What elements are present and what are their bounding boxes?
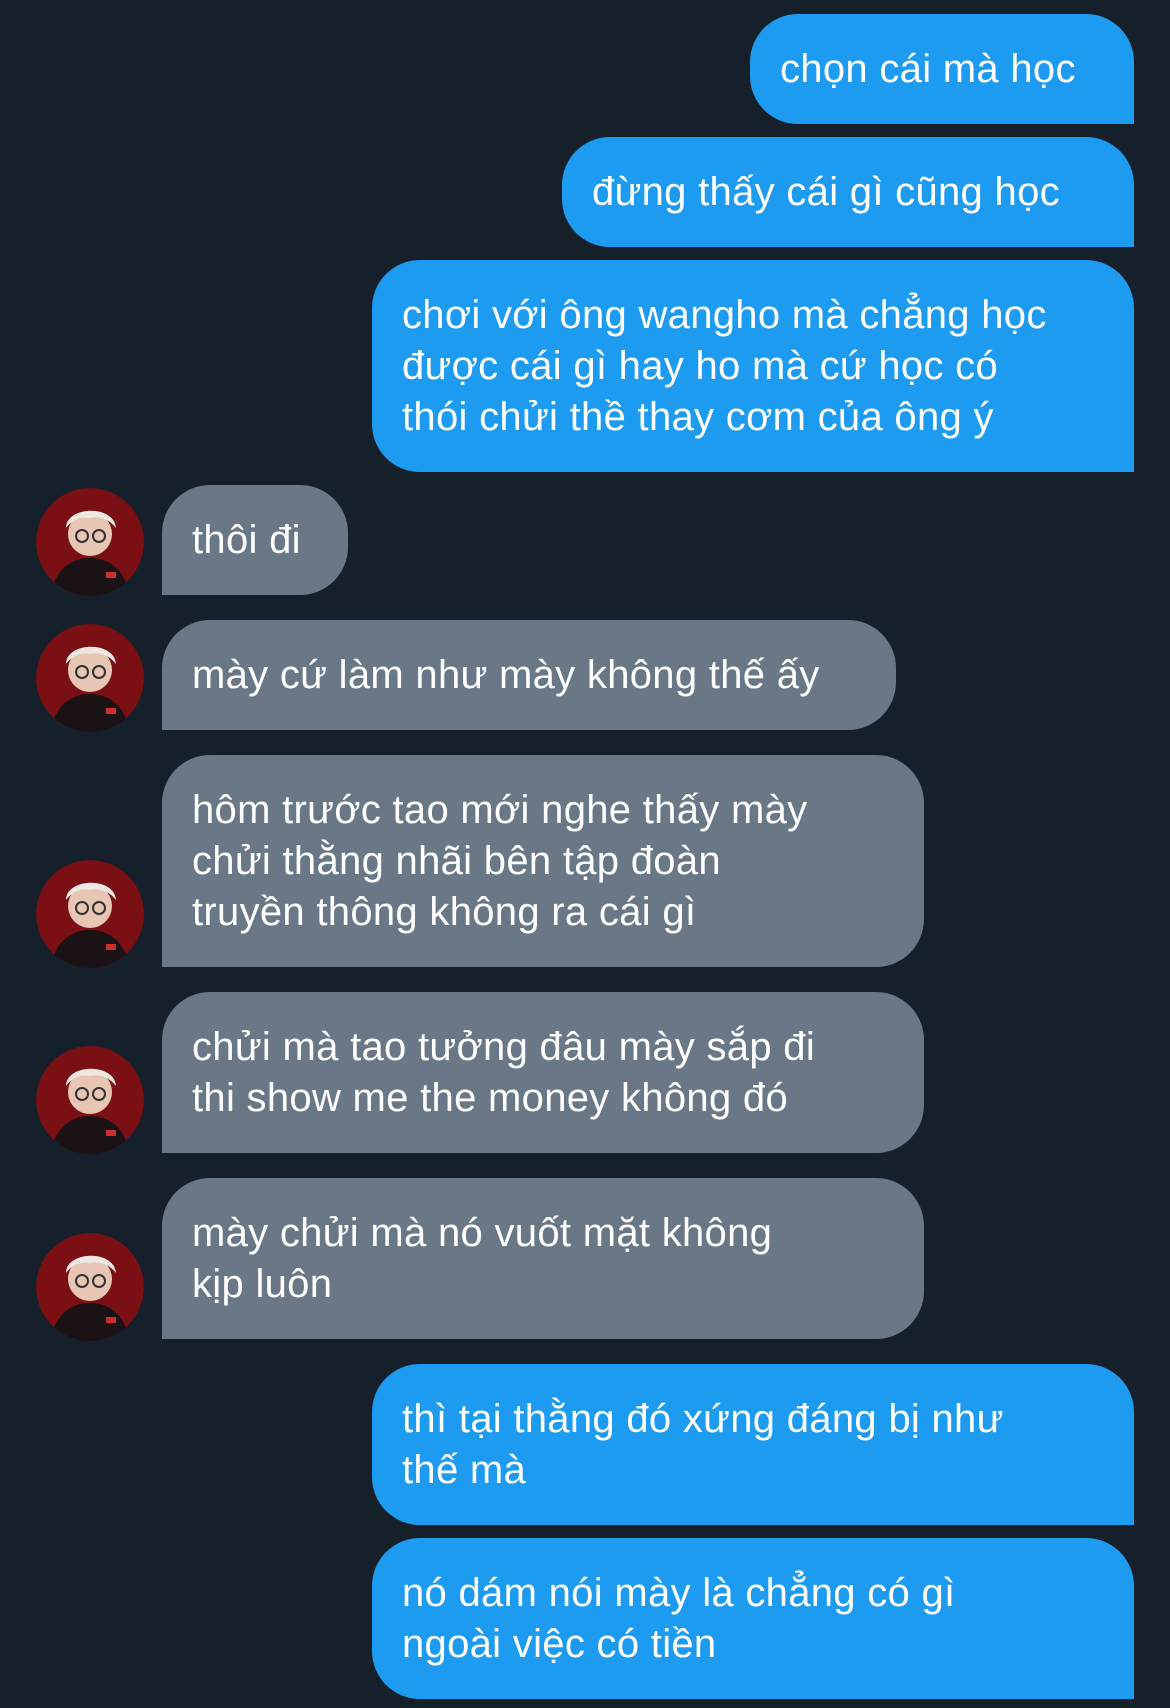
avatar-photo-icon: [36, 1046, 144, 1154]
message-bubble-outgoing[interactable]: đừng thấy cái gì cũng học: [562, 137, 1134, 247]
message-bubble-outgoing[interactable]: nó dám nói mày là chẳng có gì ngoài việc…: [372, 1538, 1134, 1699]
contact-avatar[interactable]: [36, 1046, 144, 1154]
message-bubble-outgoing[interactable]: chơi với ông wangho mà chẳng học được cá…: [372, 260, 1134, 472]
contact-avatar[interactable]: [36, 488, 144, 596]
message-bubble-outgoing[interactable]: chọn cái mà học: [750, 14, 1134, 124]
contact-avatar[interactable]: [36, 624, 144, 732]
message-bubble-incoming[interactable]: hôm trước tao mới nghe thấy mày chửi thằ…: [162, 755, 924, 967]
message-bubble-incoming[interactable]: thôi đi: [162, 485, 348, 595]
avatar-photo-icon: [36, 488, 144, 596]
chat-thread: chọn cái mà học đừng thấy cái gì cũng họ…: [0, 0, 1170, 1708]
avatar-photo-icon: [36, 1233, 144, 1341]
message-bubble-incoming[interactable]: mày chửi mà nó vuốt mặt không kịp luôn: [162, 1178, 924, 1339]
avatar-photo-icon: [36, 860, 144, 968]
message-bubble-outgoing[interactable]: thì tại thằng đó xứng đáng bị như thế mà: [372, 1364, 1134, 1525]
message-bubble-incoming[interactable]: mày cứ làm như mày không thế ấy: [162, 620, 896, 730]
avatar-photo-icon: [36, 624, 144, 732]
contact-avatar[interactable]: [36, 860, 144, 968]
contact-avatar[interactable]: [36, 1233, 144, 1341]
message-bubble-incoming[interactable]: chửi mà tao tưởng đâu mày sắp đi thi sho…: [162, 992, 924, 1153]
